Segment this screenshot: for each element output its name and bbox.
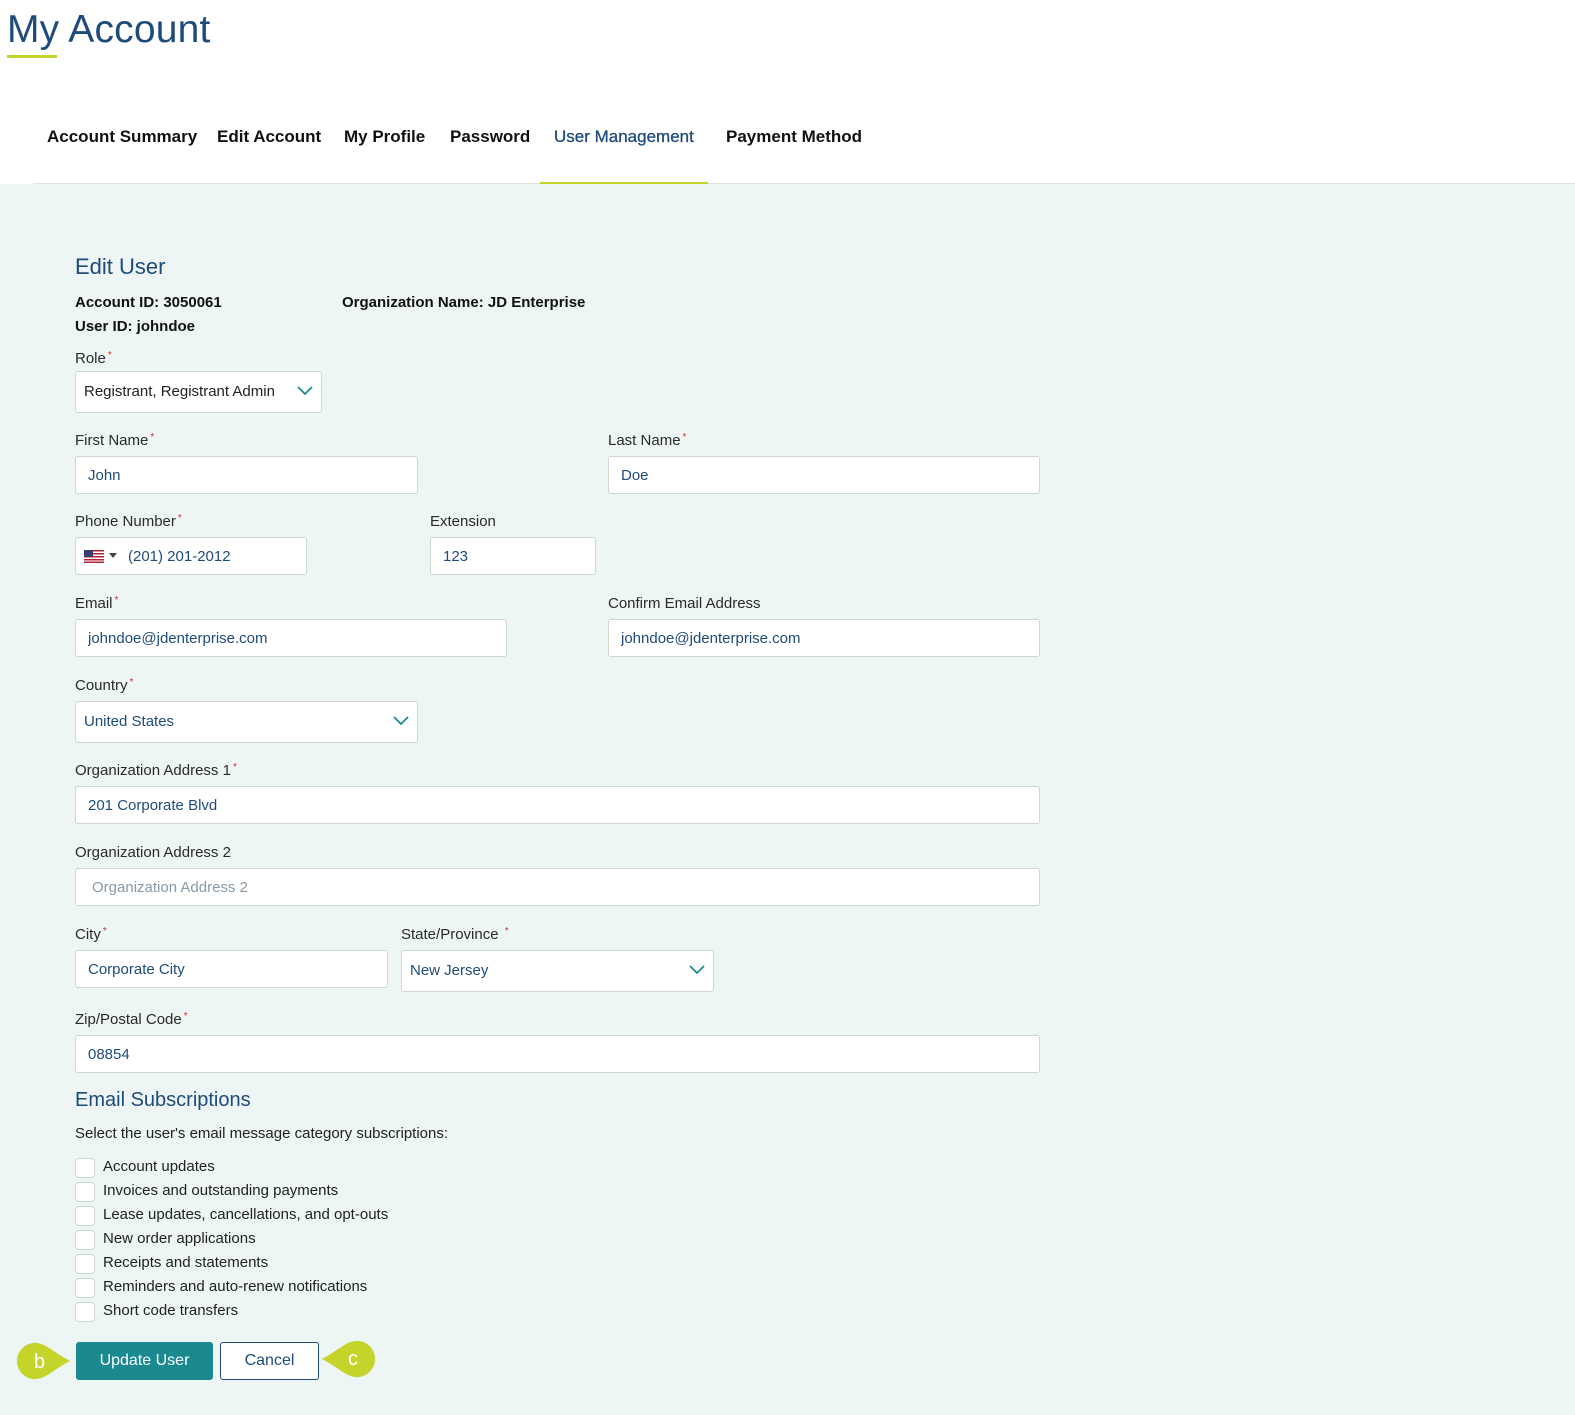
us-flag-icon[interactable] [84,550,104,563]
phone-number-input[interactable] [116,538,304,574]
address1-input[interactable] [75,786,1040,824]
chevron-down-icon [689,965,705,975]
subscriptions-description: Select the user's email message category… [75,1125,449,1142]
chevron-down-icon [393,716,409,726]
subscription-label: New order applications [103,1230,256,1247]
email-label: Email * [75,595,119,612]
confirm-email-label: Confirm Email Address [608,595,761,612]
country-value: United States [84,713,175,730]
role-label: Role * [75,350,112,367]
reminders-checkbox[interactable] [75,1278,95,1298]
chevron-down-icon [297,386,313,396]
email-input[interactable] [75,619,507,657]
first-name-label: First Name * [75,432,155,449]
subscription-label: Lease updates, cancellations, and opt-ou… [103,1206,389,1223]
subscription-label: Receipts and statements [103,1254,269,1271]
city-input[interactable] [75,950,388,988]
edit-user-heading: Edit User [75,254,166,279]
tab-password[interactable]: Password [436,110,544,184]
extension-label: Extension [430,513,496,530]
state-value: New Jersey [410,962,489,979]
tab-edit-account[interactable]: Edit Account [203,110,335,184]
address1-label: Organization Address 1 * [75,762,237,779]
receipts-checkbox[interactable] [75,1254,95,1274]
user-id: User ID: johndoe [75,318,196,335]
address2-input[interactable] [75,868,1040,906]
subscription-label: Short code transfers [103,1302,239,1319]
country-label: Country * [75,677,134,694]
lease-updates-checkbox[interactable] [75,1206,95,1226]
subscription-label: Invoices and outstanding payments [103,1182,339,1199]
subscription-label: Account updates [103,1158,215,1175]
tab-user-management[interactable]: User Management [540,110,708,185]
role-value: Registrant, Registrant Admin [84,383,275,400]
state-label: State/Province * [401,926,509,943]
tab-my-profile[interactable]: My Profile [330,110,439,184]
tab-account-summary[interactable]: Account Summary [33,110,211,184]
callout-label-b: b [34,1351,46,1373]
account-updates-checkbox[interactable] [75,1158,95,1178]
city-label: City * [75,926,107,943]
cancel-button[interactable]: Cancel [220,1342,319,1380]
account-tabs: Account Summary Edit Account My Profile … [33,110,1575,185]
zip-label: Zip/Postal Code * [75,1011,188,1028]
role-select[interactable]: Registrant, Registrant Admin [75,371,322,413]
account-id: Account ID: 3050061 [75,294,222,311]
callout-label-c: c [348,1348,358,1370]
confirm-email-input[interactable] [608,619,1040,657]
title-underline [7,55,57,58]
extension-input[interactable] [430,537,596,575]
new-order-checkbox[interactable] [75,1230,95,1250]
email-subscriptions-heading: Email Subscriptions [75,1089,251,1111]
first-name-input[interactable] [75,456,418,494]
last-name-input[interactable] [608,456,1040,494]
organization-name: Organization Name: JD Enterprise [342,294,586,311]
short-code-checkbox[interactable] [75,1302,95,1322]
subscription-label: Reminders and auto-renew notifications [103,1278,368,1295]
state-select[interactable]: New Jersey [401,950,714,992]
invoices-checkbox[interactable] [75,1182,95,1202]
phone-number-label: Phone Number * [75,513,182,530]
last-name-label: Last Name * [608,432,687,449]
update-user-button[interactable]: Update User [76,1342,213,1380]
country-select[interactable]: United States [75,701,418,743]
phone-number-field [75,537,307,575]
tab-payment-method[interactable]: Payment Method [712,110,876,184]
address2-label: Organization Address 2 [75,844,231,861]
zip-input[interactable] [75,1035,1040,1073]
page-title: My Account [7,8,211,51]
